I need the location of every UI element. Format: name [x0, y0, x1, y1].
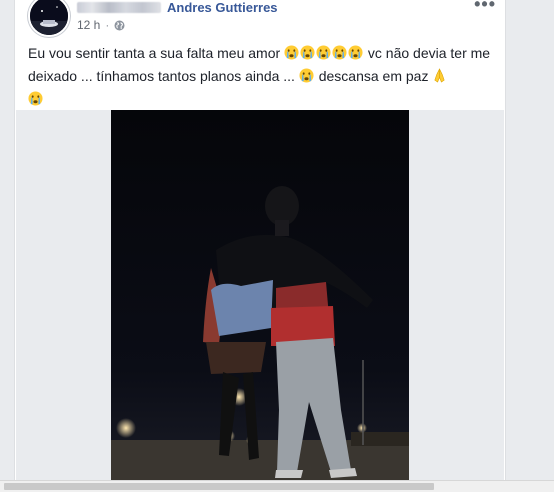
horizontal-scrollbar[interactable]: [0, 480, 554, 492]
post-photo[interactable]: [111, 110, 409, 482]
more-options-button[interactable]: •••: [474, 0, 496, 15]
post-text-line1: Eu vou sentir tanta a sua falta meu amor: [28, 45, 281, 61]
author-name-link[interactable]: Andres Guttierres: [167, 0, 278, 15]
crying-face-emojis: [284, 45, 368, 61]
meta-separator: ·: [105, 18, 110, 32]
folded-hands-icon: [434, 68, 445, 83]
post-meta: 12 h ·: [77, 18, 125, 32]
crying-face-icon: [300, 45, 315, 60]
crying-face-icon: [299, 68, 314, 83]
post-timestamp[interactable]: 12 h: [77, 18, 100, 32]
author-avatar[interactable]: [28, 0, 70, 37]
post-text-end: descansa em paz: [314, 68, 429, 84]
crying-face-icon: [284, 45, 299, 60]
blurred-name: [77, 1, 161, 13]
scrollbar-thumb[interactable]: [4, 483, 434, 490]
night-couple-photo: [111, 110, 409, 482]
globe-icon[interactable]: [114, 20, 125, 31]
post-card: Andres Guttierres 12 h · ••• Eu vou sent…: [14, 0, 506, 491]
crying-face-icon: [316, 45, 331, 60]
crying-face-icon: [348, 45, 363, 60]
author-header: Andres Guttierres: [77, 0, 278, 15]
crying-face-icon: [332, 45, 347, 60]
crying-face-icon: [28, 91, 43, 106]
post-text: Eu vou sentir tanta a sua falta meu amor…: [28, 42, 494, 111]
